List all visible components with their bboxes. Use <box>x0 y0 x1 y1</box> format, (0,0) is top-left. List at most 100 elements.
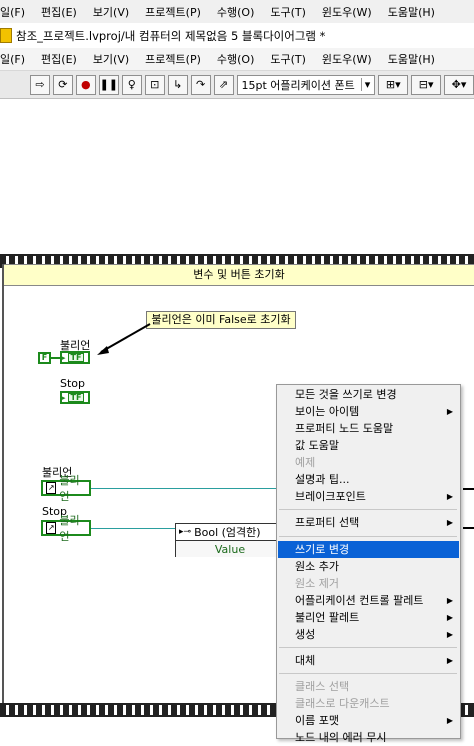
property-node-title: Bool (엄격한) <box>194 526 261 539</box>
ctx-item-label: 모든 것을 쓰기로 변경 <box>295 388 397 401</box>
labview-app-icon <box>0 28 12 43</box>
ctx-change-all-to-write[interactable]: 모든 것을 쓰기로 변경 <box>278 386 459 403</box>
ctx-item-label: 프로퍼티 선택 <box>295 516 360 529</box>
menu-bar: 일(F) 편집(E) 보기(V) 프로젝트(P) 수행(O) 도구(T) 윈도우… <box>0 48 474 71</box>
local-variable-icon: ↗ <box>46 482 57 494</box>
wire-boolean[interactable] <box>91 488 276 489</box>
background-menu-bar: 일(F) 편집(E) 보기(V) 프로젝트(P) 수행(O) 도구(T) 윈도우… <box>0 0 474 23</box>
property-node-header: ▸⊸ Bool (엄격한) <box>176 524 284 541</box>
comment-arrow-icon <box>97 323 151 355</box>
menu-view[interactable]: 보기(V) <box>85 51 137 67</box>
ctx-item-label: 어플리케이션 컨트롤 팔레트 <box>295 594 424 607</box>
local-variable-boolean[interactable]: ↗ 불리언 <box>41 474 91 503</box>
ctx-replace[interactable]: 대체 ▶ <box>278 652 459 669</box>
run-continuous-icon[interactable]: ⟳ <box>52 74 73 95</box>
window-title: 참조_프로젝트.lvproj/내 컴퓨터의 제목없음 5 블록다이어그램 * <box>16 28 326 43</box>
ctx-breakpoint[interactable]: 브레이크포인트 ▶ <box>278 488 459 505</box>
ctx-item-label: 원소 추가 <box>295 560 339 573</box>
diagram-comment[interactable]: 불리언은 이미 False로 초기화 <box>146 311 296 329</box>
ctx-application-control-palette[interactable]: 어플리케이션 컨트롤 팔레트 ▶ <box>278 592 459 609</box>
bg-menu-operate[interactable]: 수행(O) <box>209 4 262 20</box>
menu-edit[interactable]: 편집(E) <box>33 51 85 67</box>
window-title-bar: 참조_프로젝트.lvproj/내 컴퓨터의 제목없음 5 블록다이어그램 * <box>0 23 474 49</box>
toolbar: ⇨ ⟳ ● ❚❚ ♀ ⊡ ↳ ↷ ⇗ 15pt 어플리케이션 폰트 ▾ ⊞▾ ⊟… <box>0 71 474 99</box>
menu-window[interactable]: 윈도우(W) <box>314 51 380 67</box>
highlight-execution-icon[interactable]: ♀ <box>121 74 142 95</box>
local-variable-stop[interactable]: ↗ 불리언 <box>41 514 91 543</box>
ctx-value-help[interactable]: 값 도움말 <box>278 437 459 454</box>
menu-operate[interactable]: 수행(O) <box>209 51 262 67</box>
ctx-ignore-errors-inside-node[interactable]: 노드 내의 에러 무시 <box>278 729 459 746</box>
bg-menu-window[interactable]: 윈도우(W) <box>314 4 380 20</box>
wire-stop[interactable] <box>91 528 175 529</box>
ctx-create[interactable]: 생성 ▶ <box>278 626 459 643</box>
bg-menu-edit[interactable]: 편집(E) <box>33 4 85 20</box>
step-out-icon[interactable]: ⇗ <box>213 74 234 95</box>
submenu-arrow-icon: ▶ <box>446 596 453 605</box>
ctx-property-node-help[interactable]: 프로퍼티 노드 도움말 <box>278 420 459 437</box>
ctx-item-label: 쓰기로 변경 <box>295 543 350 556</box>
menu-file[interactable]: 일(F) <box>0 51 33 67</box>
stop-terminal[interactable]: ▸ TF <box>60 391 90 404</box>
wire-stub-right-1 <box>463 488 474 490</box>
bg-menu-tools[interactable]: 도구(T) <box>262 4 314 20</box>
ctx-downcast-to-class: 클래스로 다운캐스트 <box>278 695 459 712</box>
false-constant[interactable]: F <box>38 352 51 364</box>
retain-wire-values-icon[interactable]: ⊡ <box>144 74 165 95</box>
abort-icon[interactable]: ● <box>75 74 96 95</box>
ctx-item-label: 설명과 팁... <box>295 473 350 486</box>
ctx-item-label: 원소 제거 <box>295 577 339 590</box>
ctx-item-label: 값 도움말 <box>295 439 339 452</box>
terminal-tf-text: TF <box>67 353 85 362</box>
font-selector-label: 15pt 어플리케이션 폰트 <box>241 78 355 92</box>
ctx-name-format[interactable]: 이름 포맷 ▶ <box>278 712 459 729</box>
ctx-add-element[interactable]: 원소 추가 <box>278 558 459 575</box>
bg-menu-file[interactable]: 일(F) <box>0 4 33 20</box>
terminal-arrow-icon: ▸ <box>62 353 66 362</box>
local-variable-text: 불리언 <box>59 514 80 543</box>
align-objects-icon[interactable]: ⊞▾ <box>378 74 409 95</box>
property-node[interactable]: ▸⊸ Bool (엄격한) Value <box>175 523 285 557</box>
submenu-arrow-icon: ▶ <box>446 630 453 639</box>
ctx-separator <box>279 673 457 674</box>
ctx-item-label: 예제 <box>295 456 316 469</box>
reorder-icon[interactable]: ✥▾ <box>444 74 474 95</box>
ctx-item-label: 불리언 팔레트 <box>295 611 360 624</box>
reference-icon: ▸⊸ <box>179 527 192 537</box>
distribute-objects-icon[interactable]: ⊟▾ <box>411 74 442 95</box>
ctx-item-label: 대체 <box>295 654 316 667</box>
ctx-change-to-write[interactable]: 쓰기로 변경 <box>278 541 459 558</box>
property-node-value[interactable]: Value <box>176 541 284 557</box>
bg-menu-help[interactable]: 도움말(H) <box>380 4 443 20</box>
ctx-separator <box>279 536 457 537</box>
ctx-boolean-palette[interactable]: 불리언 팔레트 ▶ <box>278 609 459 626</box>
bg-menu-view[interactable]: 보기(V) <box>85 4 137 20</box>
ctx-separator <box>279 509 457 510</box>
local-variable-icon: ↗ <box>46 522 57 534</box>
step-over-icon[interactable]: ↷ <box>190 74 211 95</box>
ctx-item-label: 클래스로 다운캐스트 <box>295 697 390 710</box>
pause-icon[interactable]: ❚❚ <box>98 74 119 95</box>
ctx-examples: 예제 <box>278 454 459 471</box>
ctx-description-and-tip[interactable]: 설명과 팁... <box>278 471 459 488</box>
run-arrow-icon[interactable]: ⇨ <box>30 74 50 95</box>
submenu-arrow-icon: ▶ <box>446 656 453 665</box>
submenu-arrow-icon: ▶ <box>446 518 453 527</box>
submenu-arrow-icon: ▶ <box>446 492 453 501</box>
font-selector[interactable]: 15pt 어플리케이션 폰트 ▾ <box>236 74 376 95</box>
bg-menu-project[interactable]: 프로젝트(P) <box>137 4 209 20</box>
ctx-remove-element: 원소 제거 <box>278 575 459 592</box>
menu-help[interactable]: 도움말(H) <box>380 51 443 67</box>
ctx-visible-items[interactable]: 보이는 아이템 ▶ <box>278 403 459 420</box>
ctx-select-property[interactable]: 프로퍼티 선택 ▶ <box>278 514 459 531</box>
boolean-terminal[interactable]: ▸ TF <box>60 351 90 364</box>
terminal-tf-text: TF <box>67 393 85 402</box>
menu-project[interactable]: 프로젝트(P) <box>137 51 209 67</box>
ctx-item-label: 브레이크포인트 <box>295 490 366 503</box>
menu-tools[interactable]: 도구(T) <box>262 51 314 67</box>
terminal-arrow-icon: ▸ <box>62 393 66 402</box>
ctx-select-class: 클래스 선택 <box>278 678 459 695</box>
wire-stub-right-2 <box>463 527 474 529</box>
frame-title: 변수 및 버튼 초기화 <box>4 264 474 286</box>
step-into-icon[interactable]: ↳ <box>167 74 188 95</box>
